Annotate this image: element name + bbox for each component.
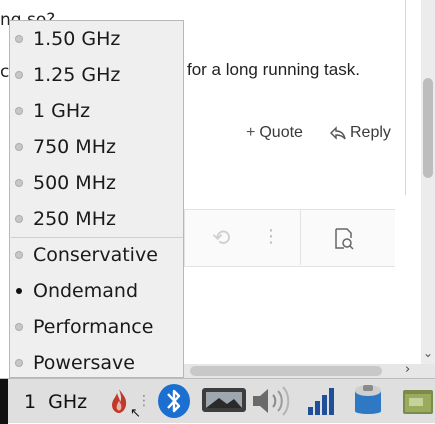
more-options-icon[interactable]: ⋮ xyxy=(262,226,280,247)
taskbar-edge xyxy=(0,379,8,424)
radio-icon xyxy=(15,71,23,79)
menu-item-label: 250 MHz xyxy=(33,208,116,230)
radio-icon xyxy=(15,35,23,43)
menu-item-label: Performance xyxy=(33,316,154,338)
menu-item-label: Conservative xyxy=(33,244,158,266)
post-body-text: for a long running task. xyxy=(187,60,360,79)
radio-icon xyxy=(15,143,23,151)
vertical-scrollbar[interactable] xyxy=(421,0,435,378)
horizontal-scrollbar-thumb[interactable] xyxy=(190,366,382,376)
menu-item-750-mhz[interactable]: 750 MHz xyxy=(10,129,183,165)
menu-item-powersave[interactable]: Powersave xyxy=(10,345,183,381)
drag-handle-icon: ⋮ xyxy=(137,393,151,409)
reply-label: Reply xyxy=(350,124,391,141)
reply-button[interactable]: Reply xyxy=(330,124,391,142)
cpu-frequency-menu: 1.50 GHz 1.25 GHz 1 GHz 750 MHz 500 MHz … xyxy=(9,20,184,378)
volume-icon[interactable] xyxy=(248,383,294,419)
bluetooth-icon[interactable] xyxy=(156,383,192,419)
menu-item-label: Powersave xyxy=(33,352,135,374)
scroll-down-arrow-icon[interactable]: ⌄ xyxy=(423,346,433,360)
plus-icon: + xyxy=(246,124,256,141)
menu-item-500-mhz[interactable]: 500 MHz xyxy=(10,165,183,201)
divider xyxy=(405,0,406,195)
menu-item-label: 1.25 GHz xyxy=(33,64,121,86)
taskbar: 1 GHz ↖ ⋮ xyxy=(0,378,435,424)
storage-icon[interactable] xyxy=(350,383,386,419)
radio-icon xyxy=(15,323,23,331)
menu-item-1-25-ghz[interactable]: 1.25 GHz xyxy=(10,57,183,93)
menu-item-label: 750 MHz xyxy=(33,136,116,158)
menu-item-conservative[interactable]: Conservative xyxy=(10,237,183,273)
menu-item-label: Ondemand xyxy=(33,280,139,302)
menu-item-performance[interactable]: Performance xyxy=(10,309,183,345)
radio-icon xyxy=(15,251,23,259)
menu-item-label: 1 GHz xyxy=(33,100,91,122)
radio-icon xyxy=(15,179,23,187)
menu-item-250-mhz[interactable]: 250 MHz xyxy=(10,201,183,237)
toolbar-separator xyxy=(300,209,301,265)
cpu-frequency-indicator[interactable]: 1 GHz xyxy=(24,391,87,413)
file-manager-icon[interactable] xyxy=(398,383,435,419)
quote-label: Quote xyxy=(259,124,303,141)
radio-icon xyxy=(15,215,23,223)
menu-item-ondemand[interactable]: Ondemand xyxy=(10,273,183,309)
radio-selected-icon xyxy=(16,288,22,294)
display-icon[interactable] xyxy=(200,383,248,419)
reply-icon xyxy=(330,126,346,140)
menu-item-1-50-ghz[interactable]: 1.50 GHz xyxy=(10,21,183,57)
undo-icon[interactable]: ⟲ xyxy=(212,226,230,251)
scroll-right-arrow-icon[interactable]: › xyxy=(405,362,410,377)
menu-item-label: 1.50 GHz xyxy=(33,28,121,50)
quote-button[interactable]: + Quote xyxy=(246,124,303,142)
radio-icon xyxy=(15,359,23,367)
menu-item-1-ghz[interactable]: 1 GHz xyxy=(10,93,183,129)
preview-icon[interactable] xyxy=(334,228,354,250)
radio-icon xyxy=(15,107,23,115)
menu-item-label: 500 MHz xyxy=(33,172,116,194)
network-signal-icon[interactable] xyxy=(302,383,342,419)
vertical-scrollbar-thumb[interactable] xyxy=(423,78,433,178)
